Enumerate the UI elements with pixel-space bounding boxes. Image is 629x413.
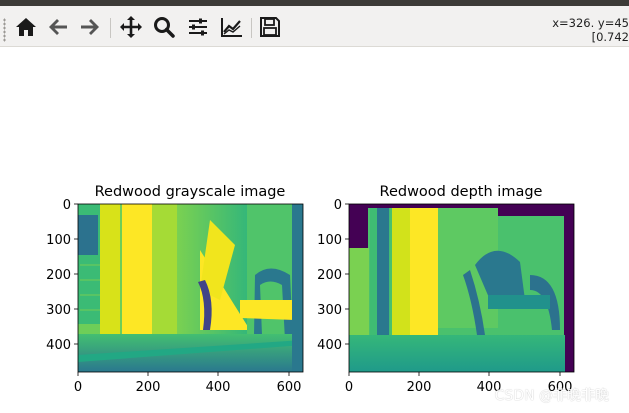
magnifier-icon bbox=[154, 17, 175, 38]
xtick-label: 200 bbox=[407, 380, 432, 395]
ytick-label: 300 bbox=[317, 303, 342, 318]
arrow-right-icon bbox=[81, 19, 99, 35]
back-button[interactable] bbox=[44, 14, 72, 40]
floppy-disk-icon bbox=[260, 17, 280, 37]
move-icon bbox=[120, 16, 142, 38]
csdn-watermark: CSDN @非晚非晚 bbox=[494, 388, 609, 404]
depth-image-axes: Redwood depth image 0 200 400 600 0 100 … bbox=[317, 184, 575, 395]
arrow-left-icon bbox=[49, 19, 67, 35]
toolbar-separator bbox=[110, 18, 111, 38]
xtick-label: 0 bbox=[345, 380, 353, 395]
save-button[interactable] bbox=[256, 14, 284, 40]
xtick-label: 400 bbox=[206, 380, 231, 395]
ytick-label: 400 bbox=[46, 338, 71, 353]
line-chart-icon bbox=[221, 18, 242, 37]
ytick-label: 100 bbox=[317, 233, 342, 248]
ytick-label: 100 bbox=[46, 233, 71, 248]
subplot-title-depth: Redwood depth image bbox=[380, 184, 543, 200]
depth-image bbox=[349, 204, 574, 372]
ytick-label: 200 bbox=[46, 268, 71, 283]
grayscale-image-axes: Redwood grayscale image 0 200 400 600 0 … bbox=[46, 184, 304, 395]
ytick-label: 300 bbox=[46, 303, 71, 318]
sliders-icon bbox=[189, 18, 207, 36]
toolbar-grip[interactable] bbox=[3, 18, 6, 42]
xtick-label: 600 bbox=[277, 380, 302, 395]
ytick-label: 0 bbox=[63, 198, 71, 213]
home-icon bbox=[16, 18, 36, 36]
ytick-label: 0 bbox=[334, 198, 342, 213]
ytick-label: 200 bbox=[317, 268, 342, 283]
cursor-coordinates: x=326. y=45 [0.742 bbox=[489, 16, 629, 44]
subplots-button[interactable] bbox=[184, 14, 212, 40]
forward-button[interactable] bbox=[76, 14, 104, 40]
zoom-button[interactable] bbox=[150, 14, 178, 40]
navigation-toolbar: x=326. y=45 [0.742 bbox=[0, 6, 629, 47]
edit-axis-button[interactable] bbox=[218, 14, 246, 40]
xtick-label: 0 bbox=[74, 380, 82, 395]
toolbar-separator bbox=[251, 18, 252, 38]
xtick-label: 200 bbox=[136, 380, 161, 395]
home-button[interactable] bbox=[12, 14, 40, 40]
figure-canvas[interactable]: Redwood grayscale image 0 200 400 600 0 … bbox=[0, 47, 629, 413]
ytick-label: 400 bbox=[317, 338, 342, 353]
cursor-xy-readout: x=326. y=45 bbox=[552, 16, 629, 30]
grayscale-image bbox=[78, 204, 303, 372]
pan-button[interactable] bbox=[117, 14, 145, 40]
cursor-value-readout: [0.742 bbox=[591, 30, 629, 44]
subplot-title-grayscale: Redwood grayscale image bbox=[95, 184, 286, 200]
